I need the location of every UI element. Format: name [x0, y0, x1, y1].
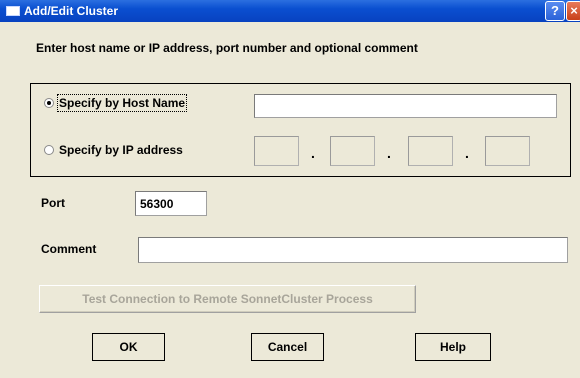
help-button[interactable]: Help — [415, 333, 491, 361]
instruction-text: Enter host name or IP address, port numb… — [36, 41, 418, 55]
port-label: Port — [41, 196, 65, 210]
ip-separator: . — [387, 145, 391, 161]
ip-separator: . — [465, 145, 469, 161]
host-name-input[interactable] — [254, 94, 557, 118]
comment-label: Comment — [41, 242, 97, 256]
port-input[interactable] — [135, 191, 207, 216]
close-icon[interactable]: × — [566, 1, 580, 21]
window-icon — [6, 6, 20, 16]
ip-octet-1-field[interactable] — [254, 136, 299, 166]
comment-input[interactable] — [138, 237, 568, 263]
title-bar[interactable]: Add/Edit Cluster ? × — [0, 0, 580, 22]
ip-address-radio-label[interactable]: Specify by IP address — [59, 143, 183, 157]
ip-separator: . — [311, 145, 315, 161]
host-name-radio[interactable] — [44, 98, 54, 108]
add-edit-cluster-dialog: Add/Edit Cluster ? × Enter host name or … — [0, 0, 580, 378]
ip-octet-2-field[interactable] — [330, 136, 375, 166]
help-icon[interactable]: ? — [545, 1, 565, 21]
host-name-radio-label[interactable]: Specify by Host Name — [56, 94, 188, 112]
test-connection-button[interactable]: Test Connection to Remote SonnetCluster … — [39, 285, 416, 313]
cancel-button[interactable]: Cancel — [251, 333, 324, 361]
ok-button[interactable]: OK — [92, 333, 165, 361]
ip-octet-4-field[interactable] — [485, 136, 530, 166]
window-title: Add/Edit Cluster — [24, 4, 119, 18]
ip-octet-3-field[interactable] — [408, 136, 453, 166]
ip-address-radio[interactable] — [44, 145, 54, 155]
